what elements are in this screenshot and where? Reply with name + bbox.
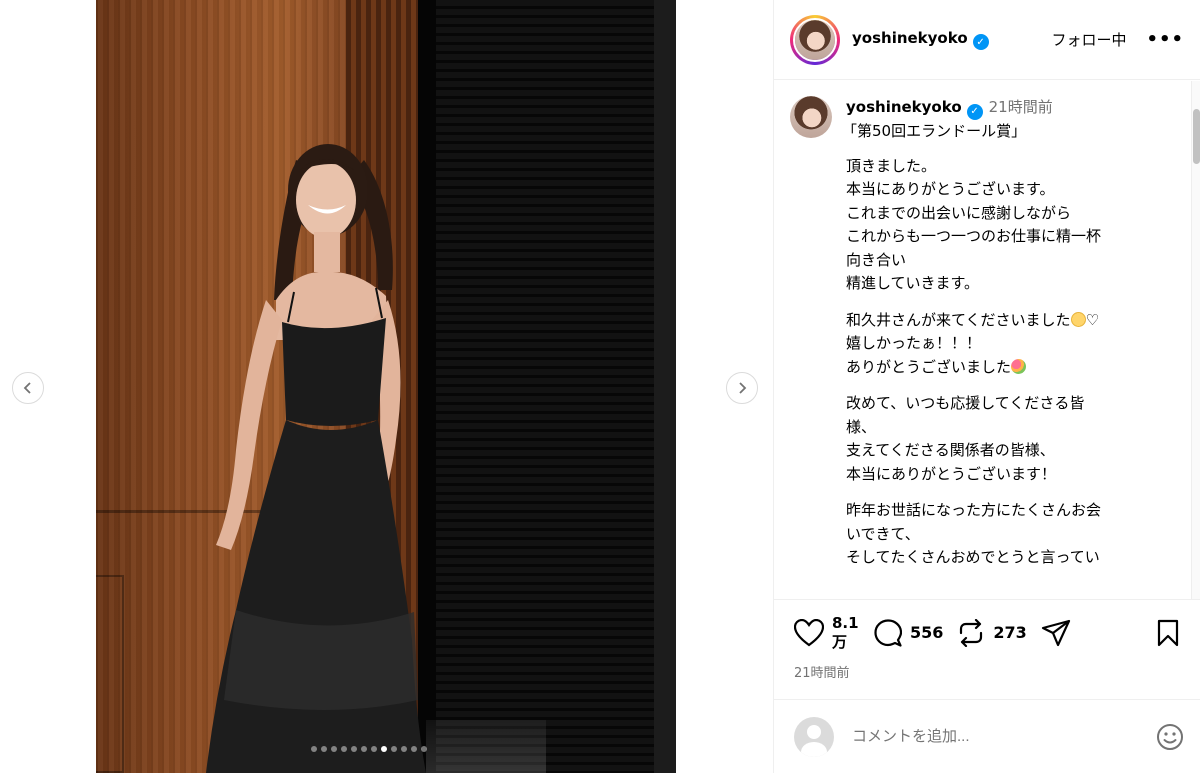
carousel-indicator bbox=[311, 746, 427, 752]
carousel-dot bbox=[411, 746, 417, 752]
action-row: 8.1 万 556 273 bbox=[794, 614, 1184, 652]
repost-action: 273 bbox=[957, 619, 1027, 647]
carousel-dot bbox=[361, 746, 367, 752]
post-photo[interactable] bbox=[96, 0, 676, 773]
bookmark-icon[interactable] bbox=[1156, 619, 1180, 647]
caption-timestamp[interactable]: 21時間前 bbox=[989, 98, 1053, 116]
repost-icon[interactable] bbox=[957, 619, 985, 647]
caption-paragraph-3: 改めて、いつも応援してくださる皆 様、 支えてくださる関係者の皆様、 本当にあり… bbox=[846, 394, 1085, 483]
next-image-button[interactable] bbox=[726, 372, 758, 404]
media-pane bbox=[0, 0, 773, 773]
caption-title: 「第50回エランドール賞」 bbox=[842, 121, 1027, 140]
caption-paragraph-4: 昨年お世話になった方にたくさんお会 いできて、 そしてたくさんおめでとうと言って… bbox=[846, 501, 1102, 566]
carousel-dot bbox=[321, 746, 327, 752]
comment-input[interactable] bbox=[852, 728, 1156, 745]
comments-count[interactable]: 556 bbox=[910, 623, 943, 643]
heart-icon[interactable] bbox=[794, 619, 824, 647]
comment-bar bbox=[774, 699, 1200, 773]
post-header: yoshinekyoko ✓ フォロー中 ••• bbox=[774, 0, 1200, 80]
chevron-left-icon bbox=[23, 382, 31, 394]
caption-avatar-face bbox=[790, 96, 832, 138]
carousel-dot bbox=[421, 746, 427, 752]
avatar-image bbox=[793, 17, 837, 62]
more-options-icon[interactable]: ••• bbox=[1146, 29, 1184, 50]
share-action bbox=[1041, 619, 1071, 647]
carousel-dot bbox=[331, 746, 337, 752]
caption-body: yoshinekyoko ✓ 21時間前 「第50回エランドール賞」 頂きました。 … bbox=[842, 96, 1176, 570]
previous-image-button[interactable] bbox=[12, 372, 44, 404]
username-text[interactable]: yoshinekyoko bbox=[852, 29, 968, 47]
caption-area: yoshinekyoko ✓ 21時間前 「第50回エランドール賞」 頂きました。 … bbox=[774, 81, 1192, 599]
carousel-dot bbox=[341, 746, 347, 752]
carousel-dot bbox=[391, 746, 397, 752]
chevron-right-icon bbox=[739, 382, 747, 394]
caption-header: yoshinekyoko ✓ 21時間前 bbox=[846, 96, 1176, 120]
scrollbar-thumb[interactable] bbox=[1193, 109, 1200, 164]
emoji-picker-icon[interactable] bbox=[1156, 723, 1184, 751]
current-user-avatar bbox=[794, 716, 834, 757]
like-action: 8.1 万 bbox=[794, 614, 860, 652]
follow-status-button[interactable]: フォロー中 bbox=[1051, 29, 1126, 50]
caption-scrollbar[interactable] bbox=[1191, 81, 1200, 599]
caption-paragraph-1: 頂きました。 本当にありがとうございます。 これまでの出会いに感謝しながら これ… bbox=[846, 156, 1102, 293]
header-username[interactable]: yoshinekyoko ✓ bbox=[852, 29, 989, 51]
caption-username[interactable]: yoshinekyoko bbox=[846, 98, 962, 116]
save-action bbox=[1156, 619, 1180, 647]
carousel-dot bbox=[401, 746, 407, 752]
caption-row: yoshinekyoko ✓ 21時間前 「第50回エランドール賞」 頂きました。 … bbox=[790, 96, 1176, 570]
carousel-dot bbox=[311, 746, 317, 752]
caption-paragraph-2a: 和久井さんが来てくださいました bbox=[846, 310, 1071, 329]
caption-paragraph-2: 和久井さんが来てくださいました ♡ 嬉しかったぁ！！！ ありがとうございました bbox=[846, 309, 1176, 380]
bouquet-emoji-icon bbox=[1011, 358, 1027, 374]
carousel-dot bbox=[381, 746, 387, 752]
carousel-dot bbox=[351, 746, 357, 752]
comment-icon[interactable] bbox=[874, 619, 902, 647]
tearful-face-emoji-icon bbox=[1070, 311, 1086, 327]
comment-action: 556 bbox=[874, 619, 943, 647]
caption-avatar[interactable] bbox=[790, 96, 832, 138]
avatar-face bbox=[795, 19, 835, 60]
post-timestamp[interactable]: 21時間前 bbox=[794, 662, 1184, 681]
post-sidebar: yoshinekyoko ✓ フォロー中 ••• yoshinekyoko ✓ 21時… bbox=[773, 0, 1200, 773]
profile-avatar[interactable] bbox=[790, 14, 840, 65]
action-bar: 8.1 万 556 273 21時間前 bbox=[774, 599, 1200, 699]
carousel-dot bbox=[371, 746, 377, 752]
reposts-count[interactable]: 273 bbox=[993, 623, 1026, 643]
likes-count[interactable]: 8.1 万 bbox=[832, 614, 860, 652]
verified-badge-icon: ✓ bbox=[972, 34, 989, 51]
woman-figure bbox=[206, 144, 426, 773]
send-icon[interactable] bbox=[1041, 619, 1071, 647]
verified-badge-icon: ✓ bbox=[966, 103, 983, 120]
